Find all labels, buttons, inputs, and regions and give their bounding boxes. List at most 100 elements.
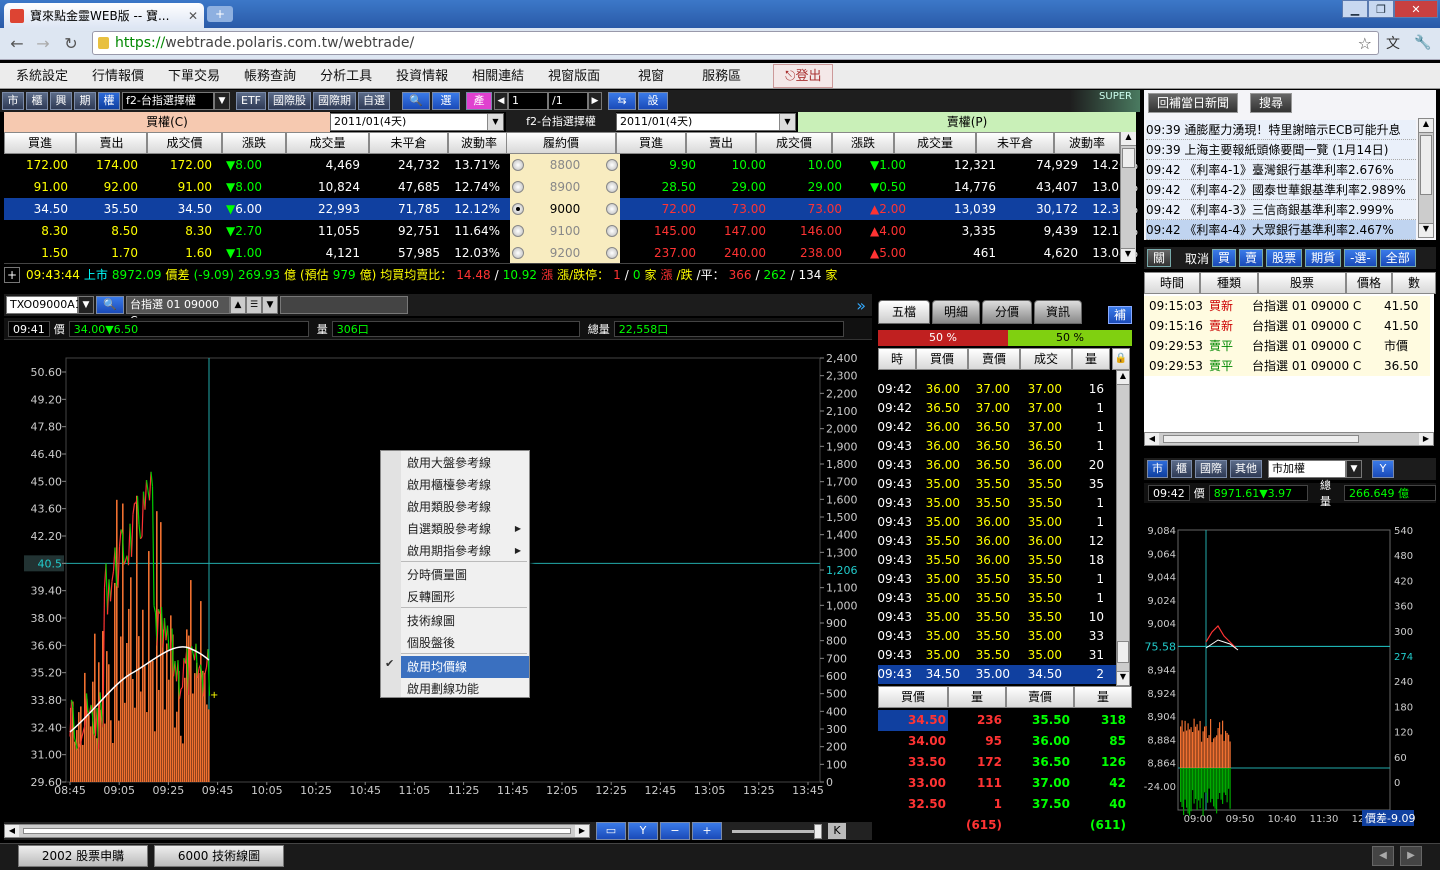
call-col-4[interactable]: 成交量 [286,132,369,154]
put-radio[interactable] [606,159,618,171]
market2-button-2[interactable]: 國際期 [313,92,356,110]
zoom-in-icon[interactable]: + [692,822,722,840]
prev-page-icon[interactable]: ◀ [494,92,508,110]
strike-cell[interactable]: 9200 [510,242,620,264]
put-col-3[interactable]: 漲跌 [832,132,894,154]
market-button-0[interactable]: 市 [2,92,24,110]
menu-9[interactable]: 服務區 [690,64,753,88]
toggle-icon[interactable]: ⇆ [608,92,636,110]
put-col-6[interactable]: 波動率 [1054,132,1120,154]
wrench-icon[interactable]: 🔧 [1413,33,1433,53]
call-col-5[interactable]: 未平倉 [369,132,448,154]
put-radio[interactable] [606,203,618,215]
depth-row[interactable]: 33.50 172 36.50 126 [878,752,1130,773]
call-radio[interactable] [512,225,524,237]
strike-cell[interactable]: 9100 [510,220,620,242]
news-item[interactable]: 09:42 《利率4-2》國泰世華銀基準利率2.989% [1146,180,1416,200]
mini-market-0[interactable]: 市 [1147,460,1168,478]
order-filter-4[interactable]: -選- [1344,249,1377,267]
minimize-icon[interactable]: ▁ [1342,0,1368,18]
put-col-5[interactable]: 未平倉 [976,132,1054,154]
menu-7[interactable]: 視窗版面 [536,64,612,88]
order-hscroll[interactable]: ◀ ▶ [1144,432,1434,446]
context-item-9[interactable]: 啟用均價線 [401,656,529,678]
context-item-2[interactable]: 啟用類股參考線 [401,496,529,518]
symbol-select[interactable]: f2-台指選擇權 [122,92,214,110]
strike-col[interactable]: 履約價 [506,132,616,154]
option-row[interactable]: 91.00 92.00 91.00 ▼8.00 10,824 47,685 12.74% 89… [4,176,1138,198]
star-icon[interactable]: ☆ [1358,34,1372,53]
chevron-down-icon[interactable]: ▼ [1346,460,1362,478]
mini-market-3[interactable]: 其他 [1230,460,1262,478]
order-col-3[interactable]: 價格 [1346,272,1392,294]
context-item-6[interactable]: 反轉圖形 [401,586,529,608]
market-button-3[interactable]: 期 [74,92,96,110]
next-icon[interactable]: ▶ [1400,846,1422,866]
order-filter-3[interactable]: 期貨 [1305,249,1342,267]
chevron-down-icon[interactable]: ▼ [779,114,795,130]
settings-button[interactable]: 設 [638,92,668,110]
news-item[interactable]: 09:39 通膨壓力湧現！特里謝暗示ECB可能升息 [1146,120,1416,140]
put-col-0[interactable]: 買進 [616,132,686,154]
page-from[interactable]: 1 [508,92,548,110]
market2-button-1[interactable]: 國際股 [268,92,311,110]
pin-icon[interactable]: Y [1372,460,1394,478]
browser-tab[interactable]: 寶來點金靈WEB版 -- 寶... ✕ [4,3,204,28]
context-item-4[interactable]: 啟用期指參考線 ▶ [401,540,529,562]
mini-market-1[interactable]: 櫃 [1171,460,1192,478]
pin-icon[interactable]: Y [628,822,658,840]
context-item-10[interactable]: 啟用劃線功能 [401,678,529,700]
put-radio[interactable] [606,181,618,193]
menu-8[interactable]: 視窗 [626,64,676,88]
right-tab-0[interactable]: 五檔 [878,300,930,324]
strike-cell[interactable]: 8900 [510,176,620,198]
put-col-4[interactable]: 成交量 [894,132,976,154]
order-filter-1[interactable]: 賣 [1239,249,1264,267]
menu-10[interactable]: ⎋登出 [773,63,834,88]
call-col-2[interactable]: 成交價 [147,132,222,154]
status-tab-ipo[interactable]: 2002 股票申購 [18,845,148,867]
market2-button-3[interactable]: 自選 [358,92,390,110]
index-mini-chart[interactable]: 9,084 9,064 9,044 9,024 9,004 8975.58 8,944 8,9… [1131,458,1436,838]
market-button-4[interactable]: 權 [98,92,120,110]
forward-icon[interactable]: → [32,32,54,54]
menu-6[interactable]: 相關連結 [460,64,536,88]
cancel-label[interactable]: 取消 [1185,250,1209,267]
put-radio[interactable] [606,225,618,237]
news-item[interactable]: 09:42 《利率4-1》臺灣銀行基準利率2.676% [1146,160,1416,180]
order-filter-2[interactable]: 股票 [1266,249,1303,267]
option-row[interactable]: 34.50 35.50 34.50 ▼6.00 22,993 71,785 12.12% 90… [4,198,1138,220]
tick-scrollbar[interactable]: ▲ ▼ [1116,370,1130,686]
context-item-3[interactable]: 自選類股參考線 ▶ [401,518,529,540]
k-button[interactable]: K [828,823,846,839]
list-icon[interactable]: ☰ [246,296,262,314]
right-tab-3[interactable]: 資訊 [1034,300,1082,324]
context-item-7[interactable]: 技術線圖 [401,610,529,632]
news-item[interactable]: 09:42 《利率4-4》大眾銀行基準利率2.467% [1146,220,1416,240]
order-col-0[interactable]: 時間 [1144,272,1200,294]
put-col-1[interactable]: 賣出 [686,132,756,154]
depth-row[interactable]: 32.50 1 37.50 40 [878,794,1130,815]
expand-button[interactable]: + [4,266,20,283]
chevron-down-icon[interactable]: ▼ [262,296,278,314]
order-row[interactable]: 09:15:16 賣新 台指選 01 09000 C 41.50 [1144,316,1430,336]
search-icon[interactable]: 🔍 [96,296,124,314]
next-page-icon[interactable]: ▶ [588,92,602,110]
status-tab-chart[interactable]: 6000 技術線圖 [154,845,284,867]
context-item-8[interactable]: 個股盤後 [401,632,529,654]
option-row[interactable]: 172.00 174.00 172.00 ▼8.00 4,469 24,732 13.71%… [4,154,1138,176]
refill-button[interactable]: 補 [1108,306,1132,324]
menu-0[interactable]: 系統設定 [4,64,80,88]
index-select[interactable]: 市加權 [1268,460,1346,478]
zoom-out-icon[interactable]: − [660,822,690,840]
call-month-select[interactable]: 2011/01(4天) ▼ [330,113,504,131]
close-tab-icon[interactable]: ✕ [188,9,198,23]
new-tab-button[interactable]: + [207,6,233,22]
context-item-5[interactable]: 分時價量圖 [401,564,529,586]
call-col-1[interactable]: 賣出 [76,132,147,154]
depth-row[interactable]: 33.00 111 37.00 42 [878,773,1130,794]
mini-market-2[interactable]: 國際 [1195,460,1227,478]
order-row[interactable]: 09:29:53 賣平 台指選 01 09000 C 36.50 [1144,356,1430,376]
news-item[interactable]: 09:39 上海主要報紙頭條要聞一覽 (1月14日) [1146,140,1416,160]
menu-2[interactable]: 下單交易 [156,64,232,88]
